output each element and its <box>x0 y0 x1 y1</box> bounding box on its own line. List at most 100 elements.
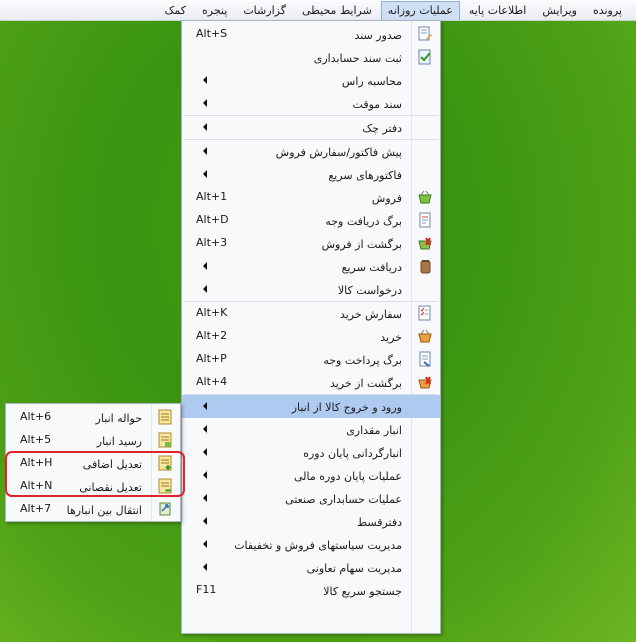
menu-item-2[interactable]: محاسبه راس <box>182 69 440 92</box>
shortcut-label: F11 <box>196 583 217 596</box>
submenu-item-label: رسید انبار <box>96 435 142 448</box>
menu-item-0[interactable]: صدور سند Alt+S <box>182 23 440 46</box>
submenu-item-label: انتقال بین انبارها <box>66 504 142 517</box>
menubar-item-2[interactable]: اطلاعات پایه <box>462 1 534 20</box>
submenu-arrow-icon <box>203 147 207 155</box>
menu-item-28[interactable]: جستجو سریع کالا F11 <box>182 579 440 602</box>
menu-item-label: سند موقت <box>352 98 402 111</box>
menu-item-8[interactable]: فاکتورهای سریع <box>182 163 440 186</box>
form-icon <box>157 409 173 425</box>
menu-bar: پرونده ویرایش اطلاعات پایه عملیات روزانه شرا… <box>0 0 636 21</box>
submenu-item-label: حواله انبار <box>95 412 142 425</box>
form-receipt-icon <box>157 432 173 448</box>
shortcut-label: Alt+4 <box>196 375 228 388</box>
submenu-item-1[interactable]: رسید انبار Alt+5 <box>6 429 180 452</box>
menu-item-23[interactable]: عملیات پایان دوره مالی <box>182 464 440 487</box>
menu-item-13[interactable]: درخواست کالا <box>182 278 440 301</box>
basket-green-icon <box>417 189 433 205</box>
submenu-item-0[interactable]: حواله انبار Alt+6 <box>6 406 180 429</box>
menu-item-label: صدور سند <box>354 29 402 42</box>
menu-item-label: خرید <box>380 331 402 344</box>
checklist-icon <box>417 305 433 321</box>
document-check-icon <box>417 49 433 65</box>
menubar-item-7[interactable]: کمک <box>158 1 193 20</box>
submenu-arrow-icon <box>203 285 207 293</box>
shortcut-label: Alt+S <box>196 27 228 40</box>
menu-item-label: انبارگردانی پایان دوره <box>303 447 402 460</box>
document-edit-icon <box>417 26 433 42</box>
shortcut-label: Alt+K <box>196 306 228 319</box>
basket-orange-icon <box>417 328 433 344</box>
menu-item-label: عملیات حسابداری صنعتی <box>285 493 402 506</box>
menubar-item-4[interactable]: شرایط محیطی <box>295 1 379 20</box>
menu-item-label: جستجو سریع کالا <box>323 585 402 598</box>
menu-item-26[interactable]: مدیریت سیاستهای فروش و تخفیفات <box>182 533 440 556</box>
menu-item-12[interactable]: دریافت سریع <box>182 255 440 278</box>
menu-item-18[interactable]: برگشت از خرید Alt+4 <box>182 371 440 394</box>
submenu-arrow-icon <box>203 262 207 270</box>
menu-item-27[interactable]: مدیریت سهام تعاونی <box>182 556 440 579</box>
menu-item-15[interactable]: سفارش خرید Alt+K <box>182 302 440 325</box>
menu-item-label: ثبت سند حسابداری <box>313 52 402 65</box>
menu-item-9[interactable]: فروش Alt+1 <box>182 186 440 209</box>
submenu-arrow-icon <box>203 425 207 433</box>
menubar-item-0[interactable]: پرونده <box>586 1 629 20</box>
submenu-item-4[interactable]: انتقال بین انبارها Alt+7 <box>6 498 180 521</box>
menubar-item-1[interactable]: ویرایش <box>535 1 584 20</box>
menubar-item-6[interactable]: پنجره <box>195 1 234 20</box>
menu-item-10[interactable]: برگ دریافت وجه Alt+D <box>182 209 440 232</box>
menu-item-label: عملیات پایان دوره مالی <box>293 470 402 483</box>
menu-item-label: پیش فاکتور/سفارش فروش <box>275 146 402 159</box>
menu-item-label: فاکتورهای سریع <box>328 169 402 182</box>
submenu-arrow-icon <box>203 76 207 84</box>
submenu-arrow-icon <box>203 99 207 107</box>
menu-item-17[interactable]: برگ پرداخت وجه Alt+P <box>182 348 440 371</box>
menubar-item-3[interactable]: عملیات روزانه <box>380 0 460 20</box>
menu-item-3[interactable]: سند موقت <box>182 92 440 115</box>
menu-item-1[interactable]: ثبت سند حسابداری <box>182 46 440 69</box>
submenu-arrow-icon <box>203 170 207 178</box>
cash-jar-icon <box>417 258 433 274</box>
menu-item-7[interactable]: پیش فاکتور/سفارش فروش <box>182 140 440 163</box>
menu-item-5[interactable]: دفتر چک <box>182 116 440 139</box>
menubar-item-5[interactable]: گزارشات <box>236 1 293 20</box>
menu-item-11[interactable]: برگشت از فروش Alt+3 <box>182 232 440 255</box>
shortcut-label: Alt+3 <box>196 236 228 249</box>
menu-item-label: انبار مقداری <box>346 424 402 437</box>
menu-item-16[interactable]: خرید Alt+2 <box>182 325 440 348</box>
menu-item-22[interactable]: انبارگردانی پایان دوره <box>182 441 440 464</box>
submenu-arrow-icon <box>203 123 207 131</box>
shortcut-label: Alt+7 <box>20 502 52 515</box>
daily-operations-menu: صدور سند Alt+S ثبت سند حسابداری محاسبه راس س… <box>181 20 441 634</box>
submenu-arrow-icon <box>203 402 207 410</box>
submenu-arrow-icon <box>203 540 207 548</box>
highlight-annotation <box>5 451 185 497</box>
shortcut-label: Alt+2 <box>196 329 228 342</box>
menu-item-label: دریافت سریع <box>341 261 402 274</box>
menu-item-25[interactable]: دفترقسط <box>182 510 440 533</box>
menu-item-21[interactable]: انبار مقداری <box>182 418 440 441</box>
menu-item-label: برگ پرداخت وجه <box>323 354 402 367</box>
submenu-arrow-icon <box>203 471 207 479</box>
transfer-icon <box>157 501 173 517</box>
shortcut-label: Alt+1 <box>196 190 228 203</box>
submenu-arrow-icon <box>203 494 207 502</box>
shortcut-label: Alt+6 <box>20 410 52 423</box>
menu-item-24[interactable]: عملیات حسابداری صنعتی <box>182 487 440 510</box>
payment-slip-icon <box>417 351 433 367</box>
submenu-arrow-icon <box>203 563 207 571</box>
menu-item-label: دفتر چک <box>362 122 402 135</box>
menu-item-label: مدیریت سهام تعاونی <box>306 562 402 575</box>
menu-item-label: درخواست کالا <box>337 284 402 297</box>
basket-return-icon <box>417 235 433 251</box>
basket-red-icon <box>417 374 433 390</box>
menu-item-label: سفارش خرید <box>339 308 402 321</box>
menu-item-20[interactable]: ورود و خروج کالا از انبار <box>182 395 440 418</box>
shortcut-label: Alt+P <box>196 352 227 365</box>
shortcut-label: Alt+D <box>196 213 229 226</box>
menu-item-label: ورود و خروج کالا از انبار <box>291 401 402 414</box>
menu-item-label: دفترقسط <box>356 516 402 529</box>
menu-item-label: مدیریت سیاستهای فروش و تخفیفات <box>234 539 402 552</box>
submenu-arrow-icon <box>203 448 207 456</box>
menu-item-label: محاسبه راس <box>341 75 402 88</box>
